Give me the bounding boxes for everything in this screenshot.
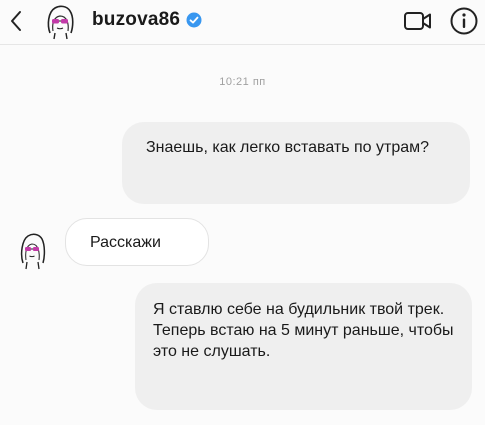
chat-header: buzova86 (0, 0, 485, 45)
message-timestamp: 10:21 пп (219, 76, 266, 88)
sender-avatar[interactable] (16, 230, 48, 270)
back-button[interactable] (4, 6, 28, 36)
message-text: Знаешь, как легко вставать по утрам? (146, 139, 430, 156)
chevron-left-icon (11, 11, 21, 31)
message-bubble-outgoing[interactable]: Знаешь, как легко вставать по утрам? (122, 122, 470, 204)
message-bubble-incoming[interactable]: Расскажи (65, 218, 209, 266)
username: buzova86 (92, 9, 181, 30)
username-link[interactable]: buzova86 (92, 9, 202, 31)
message-text: Расскажи (90, 234, 161, 251)
chat-screen: buzova86 10:21 пп Знаешь, как легко вста… (0, 0, 485, 425)
info-icon[interactable] (449, 6, 479, 36)
message-bubble-outgoing[interactable]: Я ставлю себе на будильник твой трек. Те… (135, 283, 472, 410)
verified-badge-icon (186, 12, 202, 28)
video-camera-icon[interactable] (403, 8, 433, 34)
avatar[interactable] (40, 3, 80, 41)
message-text: Я ставлю себе на будильник твой трек. Те… (153, 301, 454, 360)
